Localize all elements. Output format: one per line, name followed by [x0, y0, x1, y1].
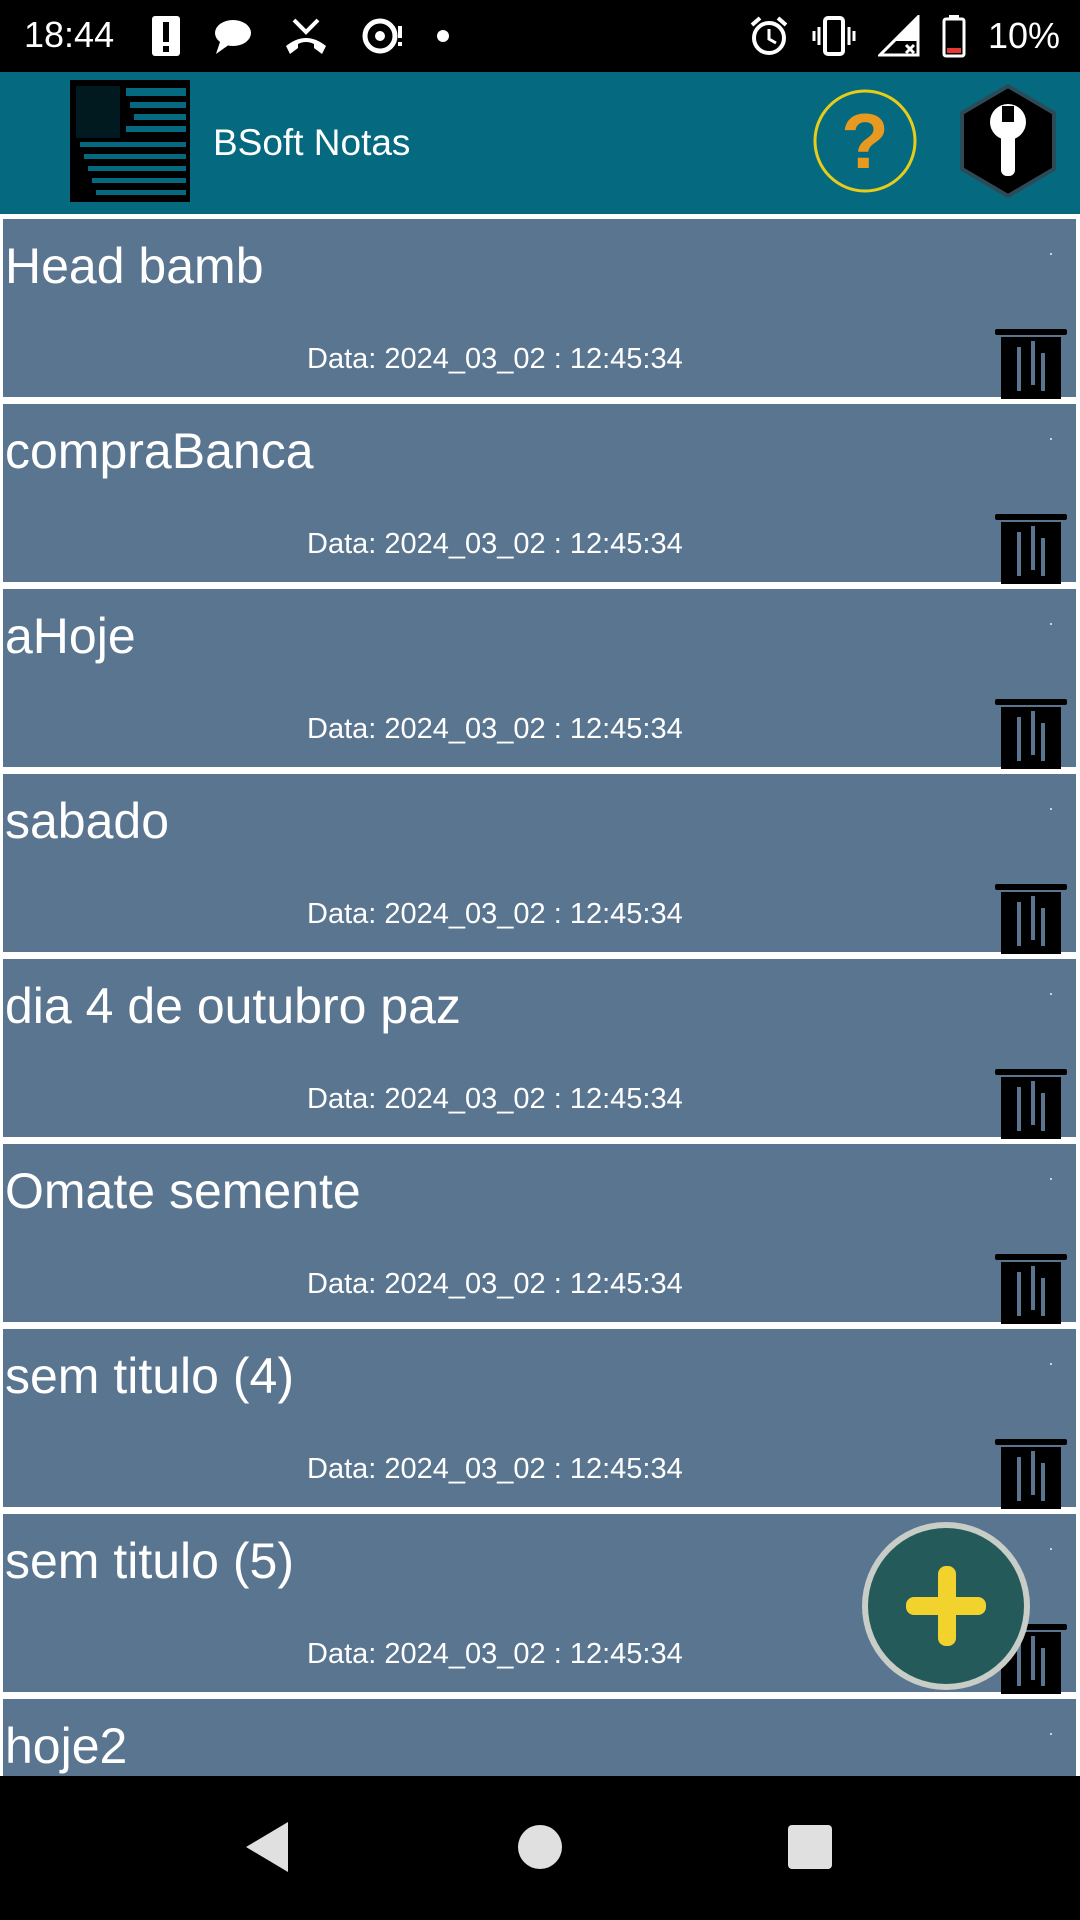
app-logo — [70, 80, 190, 202]
trash-icon[interactable] — [995, 1067, 1067, 1139]
note-title: sabado — [5, 793, 170, 849]
note-card[interactable]: sem titulo (4) Data: 2024_03_02 : 12:45:… — [3, 1329, 1076, 1509]
help-button[interactable]: ? — [812, 88, 918, 194]
trash-icon[interactable] — [995, 882, 1067, 954]
note-title: aHoje — [5, 608, 136, 664]
note-title: hoje2 — [5, 1718, 128, 1774]
card-dot — [1050, 438, 1052, 440]
settings-button[interactable] — [958, 83, 1058, 199]
app-title: BSoft Notas — [213, 122, 411, 163]
chat-icon — [215, 20, 251, 54]
navigation-bar — [0, 1776, 1080, 1920]
add-note-button[interactable] — [862, 1522, 1030, 1690]
note-date: Data: 2024_03_02 : 12:45:34 — [307, 1453, 683, 1485]
note-card[interactable]: Head bamb Data: 2024_03_02 : 12:45:34 — [3, 219, 1076, 399]
trash-icon[interactable] — [995, 697, 1067, 769]
status-bar: 18:44 10% — [0, 0, 1080, 72]
wrench-icon — [960, 83, 1056, 199]
sync-icon — [362, 18, 402, 54]
app-bar: BSoft Notas ? — [0, 72, 1080, 214]
card-dot — [1050, 623, 1052, 625]
note-title: sem titulo (4) — [5, 1348, 294, 1404]
note-card[interactable]: sabado Data: 2024_03_02 : 12:45:34 — [3, 774, 1076, 954]
help-icon: ? — [813, 89, 917, 193]
note-title: Head bamb — [5, 238, 264, 294]
recents-icon[interactable] — [775, 1812, 845, 1882]
card-dot — [1050, 1733, 1052, 1735]
note-date: Data: 2024_03_02 : 12:45:34 — [307, 528, 683, 560]
note-date: Data: 2024_03_02 : 12:45:34 — [307, 713, 683, 745]
back-icon[interactable] — [232, 1812, 302, 1882]
card-dot — [1050, 993, 1052, 995]
missed-call-icon — [286, 18, 326, 54]
status-time: 18:44 — [24, 14, 115, 55]
trash-icon[interactable] — [995, 1437, 1067, 1509]
dot-icon — [437, 30, 449, 42]
note-card[interactable]: compraBanca Data: 2024_03_02 : 12:45:34 — [3, 404, 1076, 584]
note-card[interactable]: hoje2 — [3, 1699, 1076, 1776]
note-card[interactable]: Omate semente Data: 2024_03_02 : 12:45:3… — [3, 1144, 1076, 1324]
note-date: Data: 2024_03_02 : 12:45:34 — [307, 1268, 683, 1300]
trash-icon[interactable] — [995, 327, 1067, 399]
add-note-button-face — [868, 1528, 1024, 1684]
note-card[interactable]: aHoje Data: 2024_03_02 : 12:45:34 — [3, 589, 1076, 769]
card-dot — [1050, 253, 1052, 255]
note-title: dia 4 de outubro paz — [5, 978, 461, 1034]
card-dot — [1050, 1363, 1052, 1365]
vibrate-icon — [812, 16, 856, 56]
trash-icon[interactable] — [995, 1252, 1067, 1324]
battery-percent: 10% — [987, 15, 1060, 56]
note-card[interactable]: dia 4 de outubro paz Data: 2024_03_02 : … — [3, 959, 1076, 1139]
card-dot — [1050, 808, 1052, 810]
note-date: Data: 2024_03_02 : 12:45:34 — [307, 1638, 683, 1670]
trash-icon[interactable] — [995, 512, 1067, 584]
card-dot — [1050, 1548, 1052, 1550]
note-title: Omate semente — [5, 1163, 361, 1219]
plus-icon — [906, 1566, 986, 1646]
signal-icon — [877, 15, 920, 57]
home-icon[interactable] — [505, 1812, 575, 1882]
note-date: Data: 2024_03_02 : 12:45:34 — [307, 898, 683, 930]
battery-icon — [942, 15, 966, 58]
alert-icon — [152, 16, 180, 56]
note-date: Data: 2024_03_02 : 12:45:34 — [307, 1083, 683, 1115]
note-date: Data: 2024_03_02 : 12:45:34 — [307, 343, 683, 375]
note-title: sem titulo (5) — [5, 1533, 294, 1589]
alarm-icon — [750, 16, 788, 55]
svg-text:?: ? — [841, 97, 889, 185]
note-title: compraBanca — [5, 423, 314, 479]
card-dot — [1050, 1178, 1052, 1180]
